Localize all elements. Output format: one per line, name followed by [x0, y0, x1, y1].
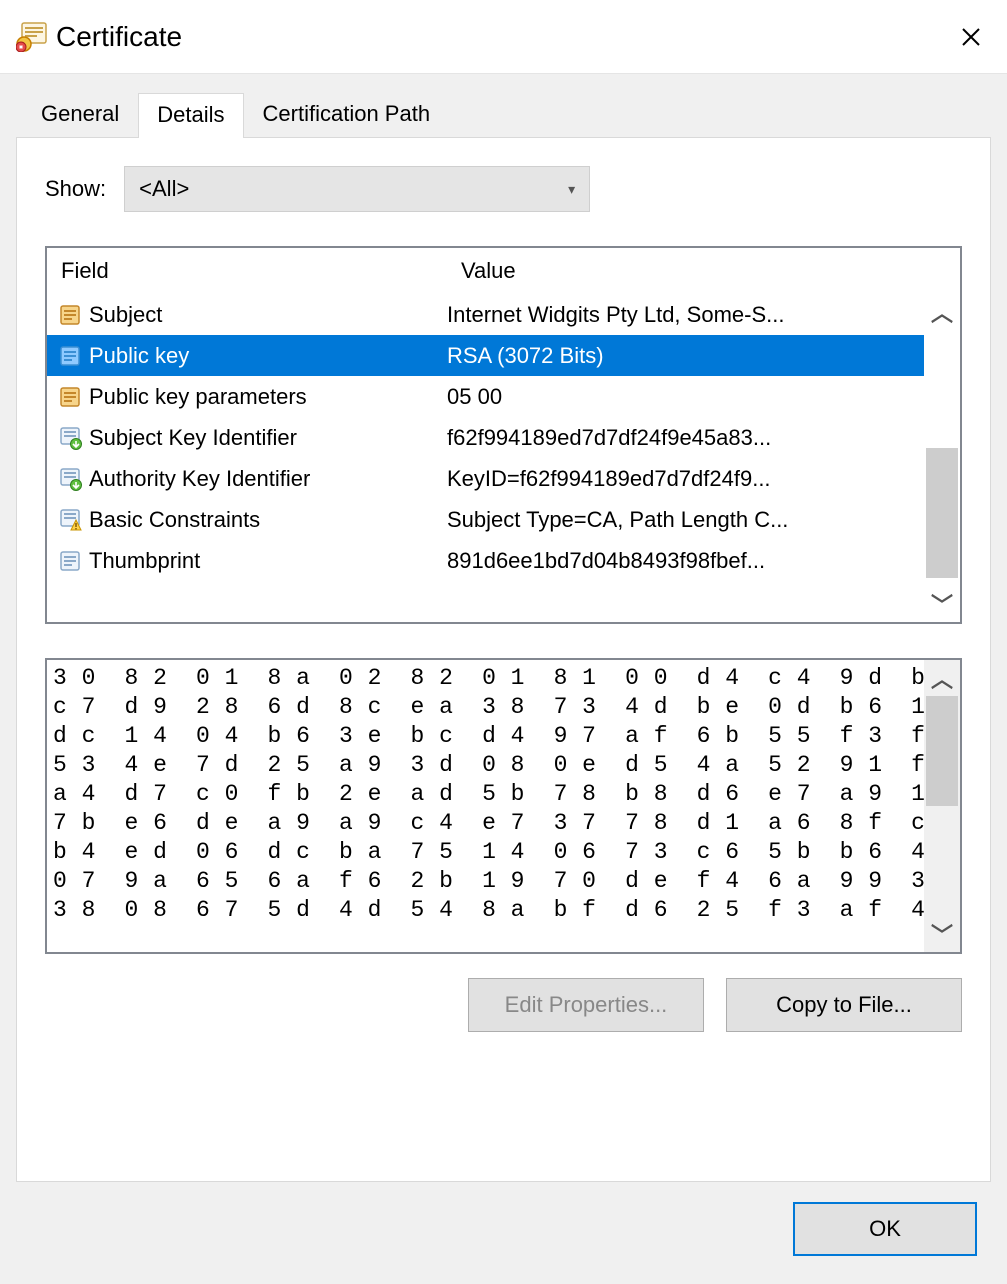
hex-textarea[interactable]: 3 0 8 2 0 1 8 a 0 2 8 2 0 1 8 1 0 0 d 4 … [45, 658, 962, 954]
window-title: Certificate [56, 21, 182, 53]
row-field: Authority Key Identifier [85, 466, 447, 492]
tab-general[interactable]: General [22, 92, 138, 137]
field-listview: Field Value SubjectInternet Widgits Pty … [45, 246, 962, 624]
row-value: Internet Widgits Pty Ltd, Some-S... [447, 302, 924, 328]
prop-icon [55, 549, 85, 573]
header-field[interactable]: Field [61, 258, 461, 284]
close-icon [961, 27, 981, 47]
scroll-down-icon[interactable]: ﹀ [924, 916, 960, 952]
tab-certification-path[interactable]: Certification Path [244, 92, 450, 137]
chevron-down-icon: ▾ [568, 181, 575, 198]
scroll-track[interactable] [924, 330, 960, 586]
row-value: Subject Type=CA, Path Length C... [447, 507, 924, 533]
listview-row[interactable]: Public keyRSA (3072 Bits) [47, 335, 924, 376]
show-dropdown[interactable]: <All> ▾ [124, 166, 590, 212]
scroll-thumb[interactable] [926, 696, 958, 806]
row-field: Public key [85, 343, 447, 369]
row-value: KeyID=f62f994189ed7d7df24f9... [447, 466, 924, 492]
scroll-up-icon[interactable]: ︿ [924, 660, 960, 696]
row-field: Subject Key Identifier [85, 425, 447, 451]
listview-row[interactable]: Authority Key IdentifierKeyID=f62f994189… [47, 458, 924, 499]
close-button[interactable] [951, 17, 991, 57]
hex-content: 3 0 8 2 0 1 8 a 0 2 8 2 0 1 8 1 0 0 d 4 … [47, 660, 924, 952]
dialog-body: General Details Certification Path Show:… [0, 74, 1007, 1284]
hex-scrollbar[interactable]: ︿ ﹀ [924, 660, 960, 952]
show-label: Show: [45, 176, 106, 202]
listview-row[interactable]: Public key parameters05 00 [47, 376, 924, 417]
row-value: f62f994189ed7d7df24f9e45a83... [447, 425, 924, 451]
listview-row[interactable]: Thumbprint891d6ee1bd7d04b8493f98fbef... [47, 540, 924, 581]
titlebar: Certificate [0, 0, 1007, 74]
listview-header: Field Value [47, 248, 960, 294]
show-value: <All> [139, 176, 189, 202]
row-value: 05 00 [447, 384, 924, 410]
ok-button[interactable]: OK [793, 1202, 977, 1256]
row-field: Basic Constraints [85, 507, 447, 533]
warn-icon [55, 508, 85, 532]
row-value: 891d6ee1bd7d04b8493f98fbef... [447, 548, 924, 574]
header-value[interactable]: Value [461, 258, 960, 284]
scroll-up-icon[interactable]: ︿ [924, 294, 960, 330]
doc-icon [55, 303, 85, 327]
doc-icon [55, 385, 85, 409]
listview-row[interactable]: SubjectInternet Widgits Pty Ltd, Some-S.… [47, 294, 924, 335]
doc-icon [55, 344, 85, 368]
copy-to-file-button[interactable]: Copy to File... [726, 978, 962, 1032]
row-field: Public key parameters [85, 384, 447, 410]
certificate-icon [16, 22, 48, 52]
row-field: Subject [85, 302, 447, 328]
details-panel: Show: <All> ▾ Field Value SubjectInterne… [16, 137, 991, 1182]
dialog-footer: OK [8, 1182, 999, 1276]
show-row: Show: <All> ▾ [45, 166, 962, 212]
scroll-track[interactable] [924, 696, 960, 916]
ext-icon [55, 426, 85, 450]
scroll-down-icon[interactable]: ﹀ [924, 586, 960, 622]
listview-row[interactable]: Basic ConstraintsSubject Type=CA, Path L… [47, 499, 924, 540]
action-row: Edit Properties... Copy to File... [45, 978, 962, 1032]
row-value: RSA (3072 Bits) [447, 343, 924, 369]
tab-strip: General Details Certification Path [8, 92, 999, 137]
ext-icon [55, 467, 85, 491]
row-field: Thumbprint [85, 548, 447, 574]
listview-scrollbar[interactable]: ︿ ﹀ [924, 294, 960, 622]
edit-properties-button: Edit Properties... [468, 978, 704, 1032]
tab-details[interactable]: Details [138, 93, 243, 138]
scroll-thumb[interactable] [926, 448, 958, 578]
listview-row[interactable]: Subject Key Identifierf62f994189ed7d7df2… [47, 417, 924, 458]
